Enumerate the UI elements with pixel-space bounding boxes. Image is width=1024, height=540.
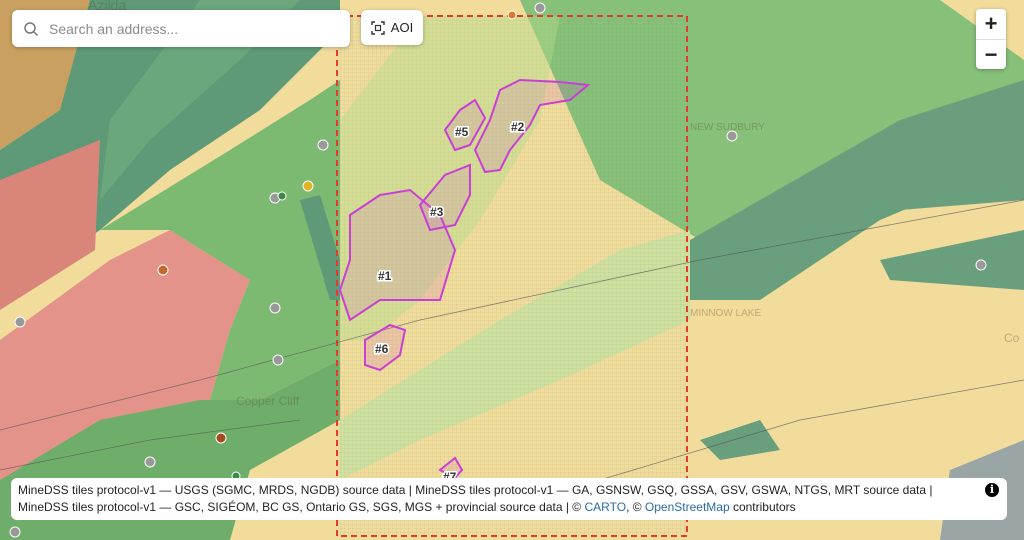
search-icon bbox=[24, 21, 39, 36]
marker bbox=[302, 180, 314, 192]
info-icon[interactable]: i bbox=[985, 483, 999, 497]
map-attribution: MineDSS tiles protocol-v1 — USGS (SGMC, … bbox=[11, 478, 1007, 520]
carto-link[interactable]: CARTO bbox=[584, 500, 626, 514]
marker bbox=[14, 316, 26, 328]
marker bbox=[215, 432, 227, 444]
attribution-line-1: MineDSS tiles protocol-v1 — USGS (SGMC, … bbox=[18, 483, 933, 497]
aoi-select-icon bbox=[371, 20, 385, 35]
aoi-button-label: AOI bbox=[390, 20, 414, 35]
marker bbox=[975, 259, 987, 271]
marker bbox=[317, 139, 329, 151]
marker bbox=[144, 456, 156, 468]
marker bbox=[269, 302, 281, 314]
osm-link[interactable]: OpenStreetMap bbox=[645, 500, 730, 514]
zoom-in-button[interactable]: + bbox=[976, 9, 1006, 40]
zoom-out-button[interactable]: − bbox=[976, 40, 1006, 70]
cluster-label-1: #1 bbox=[378, 269, 392, 283]
marker bbox=[9, 526, 21, 538]
marker bbox=[157, 264, 169, 276]
cluster-label-3: #3 bbox=[430, 205, 444, 219]
attribution-line-2: MineDSS tiles protocol-v1 — GSC, SIGÉOM,… bbox=[18, 500, 796, 514]
geology-map[interactable]: #1 #2 #3 #5 #6 #7 Azilda NEW SUDBURY MIN… bbox=[0, 0, 1024, 540]
aoi-button[interactable]: AOI bbox=[361, 10, 423, 45]
place-label-right-edge: Co bbox=[1004, 331, 1020, 345]
cluster-label-5: #5 bbox=[455, 125, 469, 139]
place-label-new-sudbury: NEW SUDBURY bbox=[690, 122, 765, 133]
marker bbox=[507, 10, 517, 20]
search-input[interactable] bbox=[47, 19, 331, 38]
marker bbox=[277, 191, 287, 201]
marker bbox=[272, 354, 284, 366]
zoom-control: + − bbox=[976, 9, 1006, 69]
marker bbox=[534, 2, 546, 14]
place-label-minnow-lake: MINNOW LAKE bbox=[690, 308, 761, 319]
place-label-copper-cliff: Copper Cliff bbox=[236, 394, 300, 408]
cluster-label-2: #2 bbox=[511, 120, 525, 134]
cluster-label-6: #6 bbox=[375, 342, 389, 356]
search-bar[interactable] bbox=[12, 10, 350, 47]
